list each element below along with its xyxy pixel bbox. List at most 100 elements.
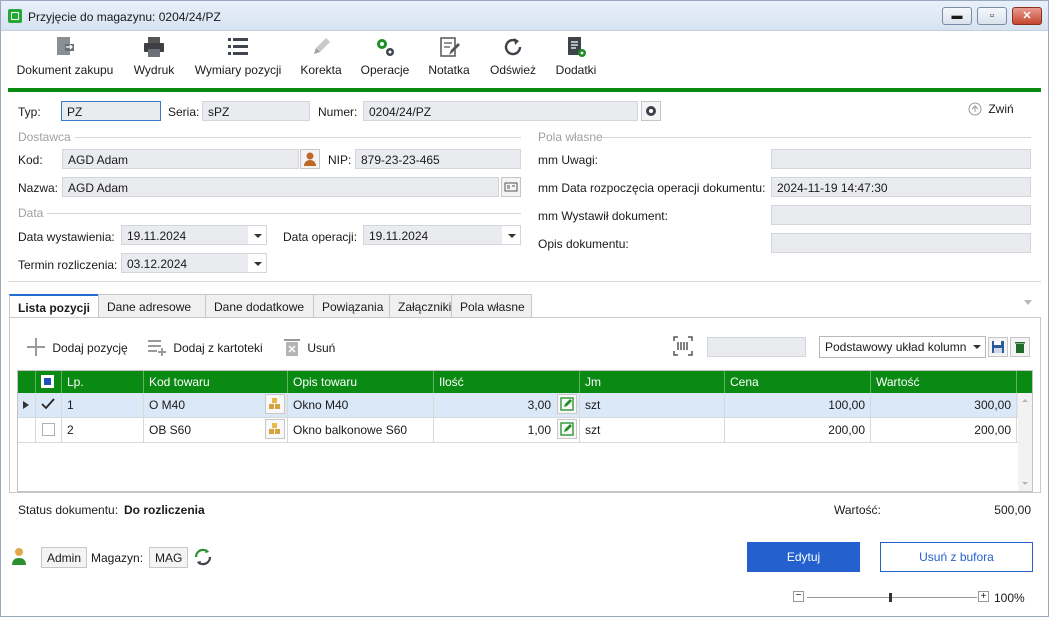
title-bar: Przyjęcie do magazynu: 0204/24/PZ ▬ ▫ ✕ [1,1,1048,31]
tab-powiazania[interactable]: Powiązania [313,294,390,318]
cell-wartosc: 200,00 [871,418,1017,442]
correction-button[interactable]: Korekta [297,31,345,89]
grid-vertical-scrollbar[interactable] [1018,393,1032,491]
grid-header-jm[interactable]: Jm [580,371,725,393]
seria-field[interactable]: sPZ [202,101,310,121]
grid-header-kod[interactable]: Kod towaru [144,371,288,393]
delete-layout-button[interactable] [1010,337,1030,357]
barcode-scan-icon[interactable] [673,336,693,356]
address-card-button[interactable] [501,177,521,197]
position-dimensions-button[interactable]: Wymiary pozycji [191,31,285,89]
column-layout-select[interactable]: Podstawowy układ kolumn [819,336,986,358]
purchase-document-button[interactable]: Dokument zakupu [13,31,117,89]
sync-icon[interactable] [192,546,214,568]
remove-from-buffer-button[interactable]: Usuń z bufora [880,542,1033,572]
cell-ilosc[interactable]: 1,00 [434,418,580,442]
cell-ilosc[interactable]: 3,00 [434,393,580,417]
operacji-date-picker[interactable]: 19.11.2024 [363,225,521,245]
numer-field[interactable]: 0204/24/PZ [363,101,638,121]
cell-lp: 1 [62,393,144,417]
seria-label: Seria: [168,105,200,119]
edit-icon [560,397,574,411]
addons-icon [568,37,586,57]
row-checkbox[interactable] [42,423,55,436]
note-button[interactable]: Notatka [423,31,475,89]
table-row[interactable]: 1 O M40 Okno M40 3,00 szt 100,00 300,00 [18,393,1018,418]
tabs-overflow-icon[interactable] [1023,298,1033,306]
product-lookup-button[interactable] [265,419,285,439]
zoom-in-button[interactable]: + [978,591,989,602]
close-button[interactable]: ✕ [1012,7,1042,25]
operations-button[interactable]: Operacje [357,31,413,89]
table-row[interactable]: 2 OB S60 Okno balkonowe S60 1,00 szt 200… [18,418,1018,443]
card-icon [504,182,518,192]
save-layout-button[interactable] [988,337,1008,357]
grid-header-wartosc[interactable]: Wartość [871,371,1017,393]
dostawca-separator [75,137,521,138]
kod-field[interactable]: AGD Adam [62,149,299,169]
termin-date-picker[interactable]: 03.12.2024 [121,253,267,273]
nazwa-field[interactable]: AGD Adam [62,177,499,197]
termin-dropdown[interactable] [248,254,266,272]
typ-field[interactable]: PZ [61,101,161,121]
opis-field[interactable] [771,233,1031,253]
operacji-dropdown[interactable] [502,226,520,244]
row-select-cell[interactable] [36,418,62,442]
add-from-catalog-button[interactable]: Dodaj z kartoteki [147,337,263,357]
wystawienia-dropdown[interactable] [248,226,266,244]
tab-dane-dodatkowe[interactable]: Dane dodatkowe [205,294,314,318]
collapse-button[interactable]: Zwiń [968,102,1014,116]
wystawienia-date-picker[interactable]: 19.11.2024 [121,225,267,245]
tab-zalaczniki[interactable]: Załączniki [389,294,452,318]
checkmark-icon[interactable] [40,397,55,412]
wystawil-field[interactable] [771,205,1031,225]
select-contractor-button[interactable] [300,149,320,169]
print-button[interactable]: Wydruk [129,31,179,89]
zoom-slider[interactable] [807,597,977,598]
zoom-level: 100% [994,591,1025,605]
print-label: Wydruk [133,63,175,77]
chevron-down-icon [254,234,262,238]
person-icon [304,152,316,166]
data-rozpoczecia-label: mm Data rozpoczęcia operacji dokumentu: [538,181,766,195]
tab-lista-pozycji[interactable]: Lista pozycji [9,294,99,319]
row-select-cell[interactable] [36,393,62,417]
restore-button[interactable]: ▫ [977,7,1007,25]
app-icon [8,9,22,23]
numbering-settings-button[interactable] [641,101,661,121]
select-all-checkbox[interactable] [41,375,54,388]
edit-button[interactable]: Edytuj [747,542,860,572]
grid-header-ilosc[interactable]: Ilość [434,371,580,393]
zoom-out-button[interactable]: − [793,591,804,602]
grid-header-select-all[interactable] [36,371,62,393]
refresh-button[interactable]: Odśwież [485,31,541,89]
nip-label: NIP: [328,153,352,167]
delete-position-button[interactable]: Usuń [283,337,335,357]
addons-button[interactable]: Dodatki [549,31,603,89]
grid-header-cena[interactable]: Cena [725,371,871,393]
dostawca-section-title: Dostawca [18,130,71,144]
scroll-up-icon[interactable] [1018,395,1032,405]
cell-kod[interactable]: OB S60 [144,418,288,442]
minimize-button[interactable]: ▬ [942,7,972,25]
edit-quantity-button[interactable] [557,394,577,414]
data-rozpoczecia-field[interactable]: 2024-11-19 14:47:30 [771,177,1031,197]
scroll-down-icon[interactable] [1018,479,1032,489]
product-lookup-button[interactable] [265,394,285,414]
nazwa-label: Nazwa: [18,181,59,195]
grid-header-opis[interactable]: Opis towaru [288,371,434,393]
grid-header-lp[interactable]: Lp. [62,371,144,393]
add-position-button[interactable]: Dodaj pozycję [26,337,128,357]
cell-ilosc-text: 1,00 [527,423,551,437]
uwagi-field[interactable] [771,149,1031,169]
data-separator [47,213,521,214]
barcode-input[interactable] [707,337,806,357]
zoom-slider-thumb[interactable] [889,593,892,602]
cell-cena: 200,00 [725,418,871,442]
edit-quantity-button[interactable] [557,419,577,439]
nip-field[interactable]: 879-23-23-465 [355,149,521,169]
cell-jm: szt [580,393,725,417]
tab-pola-wlasne[interactable]: Pola własne [451,294,532,318]
cell-kod[interactable]: O M40 [144,393,288,417]
tab-dane-adresowe[interactable]: Dane adresowe [98,294,206,318]
